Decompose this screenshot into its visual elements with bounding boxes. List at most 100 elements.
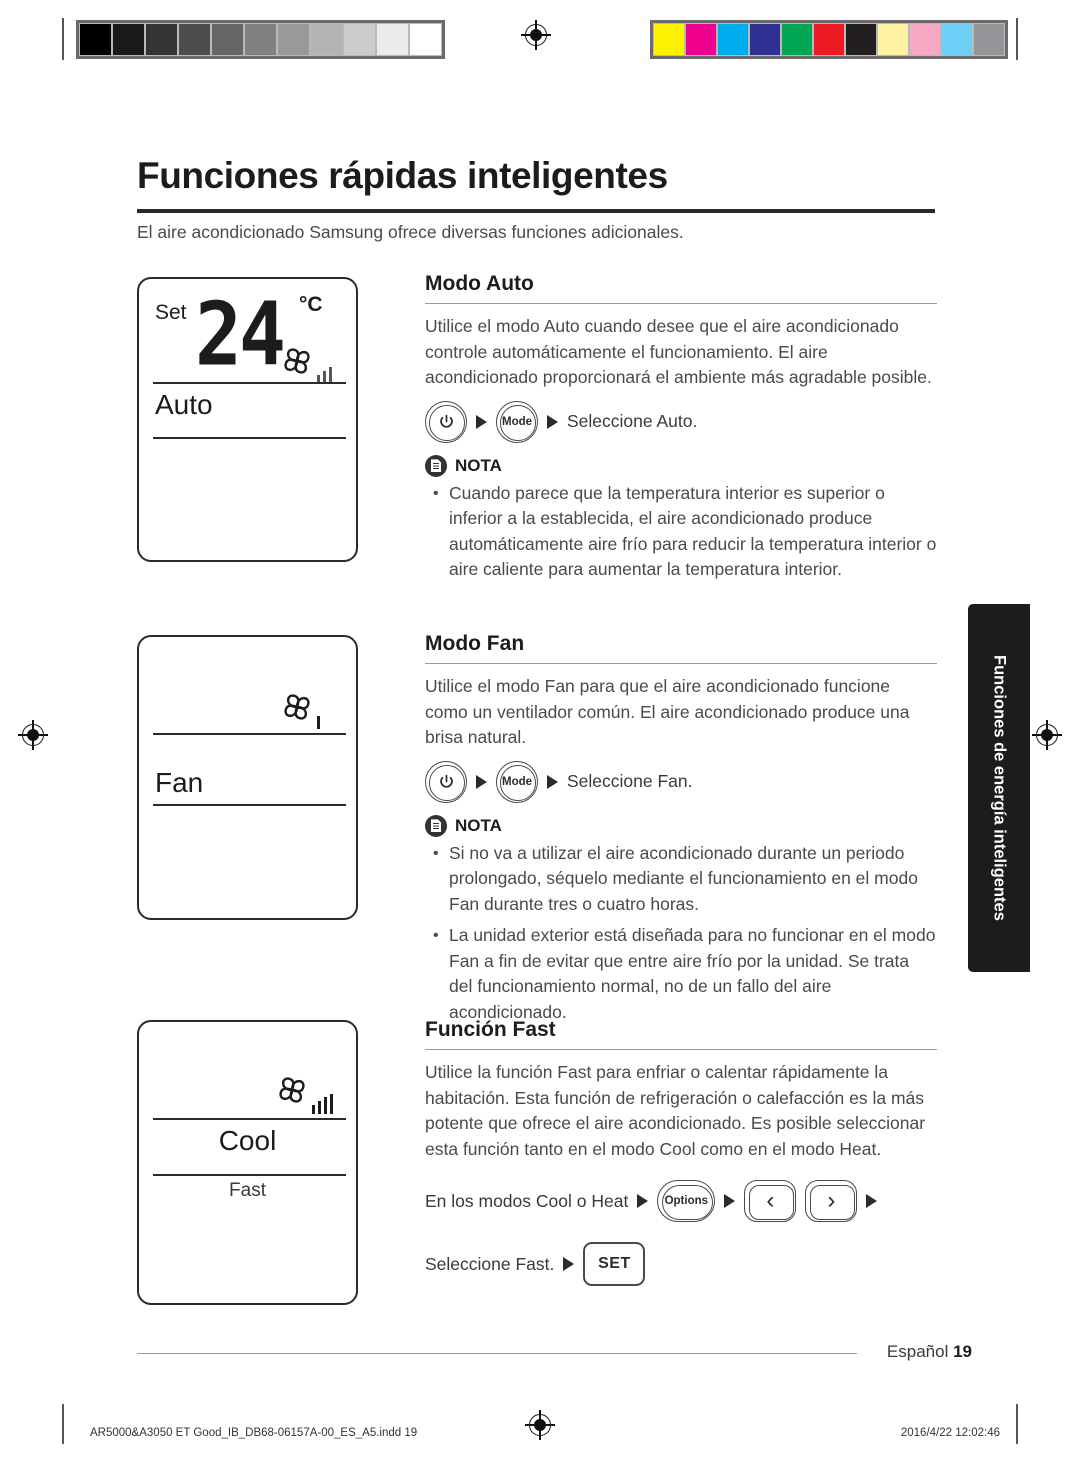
note-bullet: Cuando parece que la temperatura interio… xyxy=(425,481,937,583)
section-body: Utilice el modo Fan para que el aire aco… xyxy=(425,676,910,748)
note-bullet: La unidad exterior está diseñada para no… xyxy=(425,923,937,1025)
chevron-left-icon[interactable]: ‹ xyxy=(744,1180,797,1223)
fast-sequence-prefix: En los modos Cool o Heat xyxy=(425,1190,629,1211)
registration-target-icon xyxy=(1032,720,1062,750)
power-glyph xyxy=(439,415,453,428)
power-glyph xyxy=(439,775,453,788)
color-swatch-0 xyxy=(653,23,685,56)
chevron-right-icon[interactable]: › xyxy=(805,1180,858,1223)
sequence-action-text: Seleccione Auto. xyxy=(567,411,698,432)
section-divider xyxy=(425,303,937,305)
arrow-right-icon xyxy=(724,1194,736,1209)
mode-button-label: Mode xyxy=(501,775,533,788)
lcd-panel-cool: Cool Fast xyxy=(137,1020,358,1305)
footer-page-number: 19 xyxy=(953,1342,972,1361)
note-header: NOTA xyxy=(425,454,937,477)
lcd-temperature-value: 24 xyxy=(195,285,286,386)
gray-swatch-10 xyxy=(409,23,442,56)
section-heading: Función Fast xyxy=(425,1018,556,1041)
footer-divider xyxy=(137,1353,857,1355)
section-body: Utilice la función Fast para enfriar o c… xyxy=(425,1062,926,1159)
color-swatch-3 xyxy=(749,23,781,56)
arrow-right-icon xyxy=(866,1194,878,1209)
page-title: Funciones rápidas inteligentes xyxy=(137,155,668,196)
title-divider xyxy=(137,209,935,213)
section-funcion-fast: Función Fast Utilice la función Fast par… xyxy=(425,1018,937,1287)
mode-button-label: Mode xyxy=(501,415,533,428)
side-tab-label: Funciones de energía inteligentes xyxy=(990,655,1009,921)
gray-swatch-5 xyxy=(244,23,277,56)
gray-swatch-6 xyxy=(277,23,310,56)
lcd-panel-fan: Fan xyxy=(137,635,358,920)
section-heading: Modo Auto xyxy=(425,272,534,295)
gray-swatch-3 xyxy=(178,23,211,56)
set-button[interactable]: SET xyxy=(583,1242,646,1287)
registration-target-icon xyxy=(18,720,48,750)
gray-swatch-8 xyxy=(343,23,376,56)
button-sequence-auto: Mode Seleccione Auto. xyxy=(425,400,937,443)
gray-swatch-2 xyxy=(145,23,178,56)
lcd-divider xyxy=(153,1174,346,1176)
color-swatch-6 xyxy=(845,23,877,56)
section-divider xyxy=(425,663,937,665)
mode-button[interactable]: Mode xyxy=(496,400,538,443)
arrow-right-icon xyxy=(476,414,487,429)
gray-swatch-9 xyxy=(376,23,409,56)
lcd-divider xyxy=(153,804,346,806)
lcd-divider xyxy=(153,382,346,384)
arrow-right-icon xyxy=(563,1257,575,1272)
color-swatch-7 xyxy=(877,23,909,56)
imprint-timestamp: 2016/4/22 12:02:46 xyxy=(900,1427,1000,1439)
color-swatch-8 xyxy=(909,23,941,56)
fan-speed-bars xyxy=(317,365,333,383)
button-sequence-fast-line2: Seleccione Fast. SET xyxy=(425,1242,937,1287)
fan-speed-bars xyxy=(317,713,321,729)
section-modo-auto: Modo Auto Utilice el modo Auto cuando de… xyxy=(425,272,937,589)
lcd-panel-auto: Set 24 °C Auto xyxy=(137,277,358,562)
color-swatch-5 xyxy=(813,23,845,56)
arrow-right-icon xyxy=(547,774,558,789)
lcd-divider xyxy=(153,733,346,735)
registration-target-icon xyxy=(521,20,551,50)
section-modo-fan: Modo Fan Utilice el modo Fan para que el… xyxy=(425,632,937,1031)
color-swatch-2 xyxy=(717,23,749,56)
note-header: NOTA xyxy=(425,814,937,837)
fan-pinwheel-icon xyxy=(277,341,317,386)
power-button-icon[interactable] xyxy=(425,760,467,803)
arrow-right-icon xyxy=(547,414,558,429)
button-sequence-fan: Mode Seleccione Fan. xyxy=(425,760,937,803)
crop-tick-bottom-left xyxy=(62,1404,64,1444)
lcd-mode-word: Auto xyxy=(155,389,213,420)
sequence-action-text: Seleccione Fan. xyxy=(567,771,693,792)
section-divider xyxy=(425,1049,937,1051)
lcd-set-label: Set xyxy=(155,301,187,324)
fan-pinwheel-icon xyxy=(272,1070,312,1115)
section-heading: Modo Fan xyxy=(425,632,525,655)
power-button-icon[interactable] xyxy=(425,400,467,443)
footer-page-info: Español 19 xyxy=(887,1342,972,1362)
color-swatch-10 xyxy=(973,23,1005,56)
side-tab-chapter: Funciones de energía inteligentes xyxy=(968,604,1030,972)
gray-swatch-1 xyxy=(112,23,145,56)
lcd-mode-word: Cool xyxy=(218,1125,277,1156)
lcd-temperature-unit: °C xyxy=(299,293,323,316)
note-label: NOTA xyxy=(455,455,502,475)
mode-button[interactable]: Mode xyxy=(496,760,538,803)
note-bullet-list: Cuando parece que la temperatura interio… xyxy=(425,481,937,583)
color-swatch-4 xyxy=(781,23,813,56)
arrow-right-icon xyxy=(637,1194,649,1209)
lcd-mode-word: Fan xyxy=(155,767,204,798)
color-swatch-row xyxy=(650,20,1008,59)
note-document-icon xyxy=(425,814,447,837)
note-label: NOTA xyxy=(455,815,502,835)
arrow-right-icon xyxy=(476,774,487,789)
fan-pinwheel-icon xyxy=(277,687,317,732)
button-sequence-fast-line1: En los modos Cool o Heat Options ‹ › xyxy=(425,1180,937,1223)
options-button[interactable]: Options xyxy=(657,1180,716,1223)
color-swatch-9 xyxy=(941,23,973,56)
color-swatch-1 xyxy=(685,23,717,56)
lcd-divider xyxy=(153,1118,346,1120)
gray-swatch-7 xyxy=(310,23,343,56)
gray-swatch-4 xyxy=(211,23,244,56)
note-document-icon xyxy=(425,454,447,477)
